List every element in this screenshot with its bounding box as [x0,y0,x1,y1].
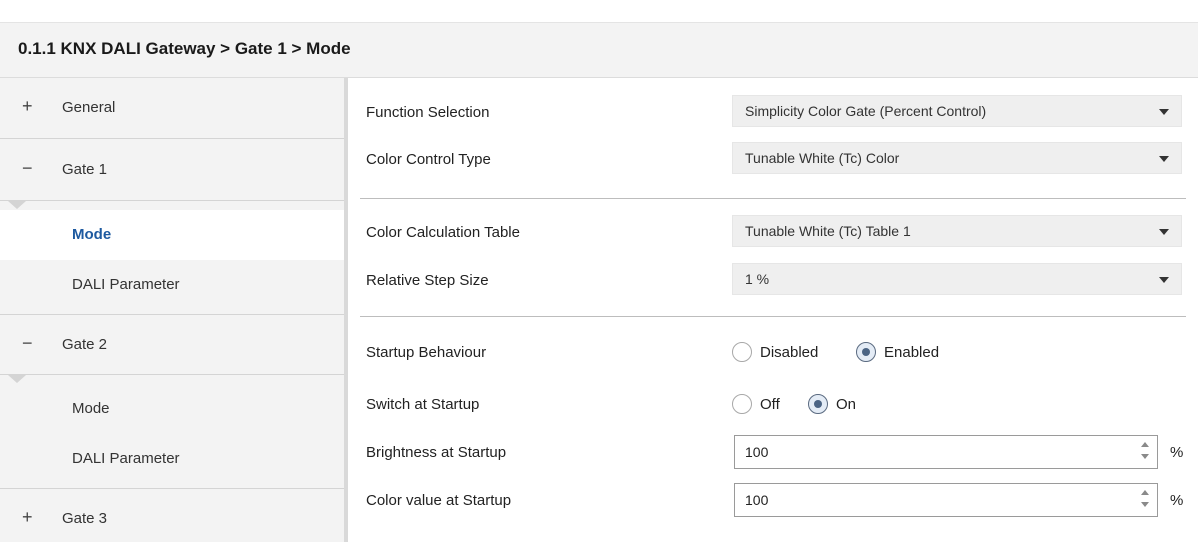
radio-disabled[interactable]: Disabled [732,340,842,366]
color-value-at-startup-input[interactable]: 100 [734,483,1158,517]
radio-enabled[interactable]: Enabled [856,340,966,366]
section-divider [360,316,1186,317]
chevron-down-icon [1159,156,1169,162]
relative-step-size-dropdown[interactable]: 1 % [732,263,1182,295]
sidebar-item-label: DALI Parameter [72,276,180,293]
color-calculation-table-label: Color Calculation Table [366,224,520,241]
radio-checked-icon [808,394,828,414]
spin-up-icon[interactable] [1141,490,1149,495]
sidebar-item-gate2-mode[interactable]: Mode [0,384,344,434]
relative-step-size-label: Relative Step Size [366,272,489,289]
unit-label: % [1170,492,1184,509]
dropdown-value: Tunable White (Tc) Color [745,150,900,166]
sidebar-item-gate1-dali-parameter[interactable]: DALI Parameter [0,260,344,310]
sidebar-item-label: General [62,99,116,116]
sidebar-item-gate-2[interactable]: − Gate 2 [0,315,344,373]
expand-icon[interactable]: + [22,507,33,528]
input-value: 100 [745,492,769,508]
breadcrumb: 0.1.1 KNX DALI Gateway > Gate 1 > Mode [18,39,351,58]
function-selection-label: Function Selection [366,104,490,121]
sidebar-item-label: Gate 1 [62,161,108,178]
radio-label: Disabled [760,344,819,361]
chevron-down-icon [1159,109,1169,115]
dropdown-value: 1 % [745,271,770,287]
color-control-type-label: Color Control Type [366,151,491,168]
color-value-at-startup-label: Color value at Startup [366,492,512,509]
spin-down-icon[interactable] [1141,502,1149,507]
radio-off[interactable]: Off [732,392,792,418]
group-notch-icon [8,201,26,209]
title-bar: 0.1.1 KNX DALI Gateway > Gate 1 > Mode [0,22,1198,78]
color-control-type-dropdown[interactable]: Tunable White (Tc) Color [732,142,1182,174]
brightness-at-startup-label: Brightness at Startup [366,444,507,461]
spin-down-icon[interactable] [1141,454,1149,459]
radio-label: Off [760,396,780,413]
sidebar-item-gate2-dali-parameter[interactable]: DALI Parameter [0,434,344,484]
function-selection-dropdown[interactable]: Simplicity Color Gate (Percent Control) [732,95,1182,127]
switch-at-startup-label: Switch at Startup [366,396,480,413]
group-notch-icon [8,375,26,383]
collapse-icon[interactable]: − [22,158,33,179]
spinner-arrows-icon[interactable] [1139,490,1151,510]
collapse-icon[interactable]: − [22,333,33,354]
parameter-panel: Function Selection Simplicity Color Gate… [348,78,1198,542]
sidebar-item-gate1-mode[interactable]: Mode [0,210,344,260]
radio-circle-icon [732,394,752,414]
divider [0,200,344,201]
startup-behaviour-label: Startup Behaviour [366,344,487,361]
dropdown-value: Simplicity Color Gate (Percent Control) [745,103,987,119]
expand-icon[interactable]: + [22,96,33,117]
radio-label: Enabled [884,344,940,361]
radio-on[interactable]: On [808,392,868,418]
radio-label: On [836,396,857,413]
dropdown-value: Tunable White (Tc) Table 1 [745,223,911,239]
radio-checked-icon [856,342,876,362]
brightness-at-startup-input[interactable]: 100 [734,435,1158,469]
sidebar-item-label: DALI Parameter [72,450,180,467]
color-calculation-table-dropdown[interactable]: Tunable White (Tc) Table 1 [732,215,1182,247]
section-divider [360,198,1186,199]
sidebar-item-general[interactable]: + General [0,78,344,138]
sidebar-item-label: Gate 3 [62,510,108,527]
chevron-down-icon [1159,277,1169,283]
sidebar-item-gate-3[interactable]: + Gate 3 [0,489,344,542]
sidebar-item-label: Gate 2 [62,336,108,353]
sidebar-item-label: Mode [72,400,110,417]
sidebar-item-gate-1[interactable]: − Gate 1 [0,139,344,199]
radio-circle-icon [732,342,752,362]
sidebar-nav: + General − Gate 1 Mode DALI Parameter −… [0,78,344,542]
spin-up-icon[interactable] [1141,442,1149,447]
input-value: 100 [745,444,769,460]
spinner-arrows-icon[interactable] [1139,442,1151,462]
chevron-down-icon [1159,229,1169,235]
unit-label: % [1170,444,1184,461]
sidebar-item-label: Mode [72,226,112,243]
divider [0,374,344,375]
